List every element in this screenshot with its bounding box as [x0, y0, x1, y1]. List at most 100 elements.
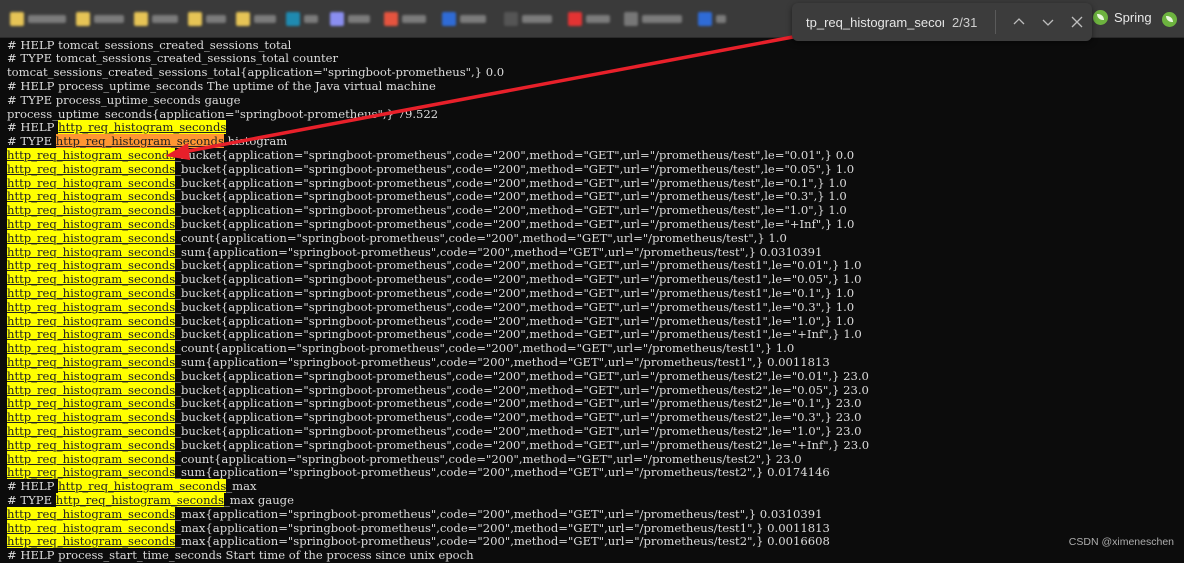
search-match: http_req_histogram_seconds — [7, 382, 176, 397]
metric-line: tomcat_sessions_created_sessions_total{a… — [7, 65, 504, 80]
bookmark-favicon-icon — [330, 12, 344, 26]
metric-line: http_req_histogram_seconds_bucket{applic… — [7, 216, 854, 232]
bookmark-favicon-icon — [76, 12, 90, 26]
metric-line: http_req_histogram_seconds_count{applica… — [7, 341, 795, 356]
line-text: _sum{application="springboot-prometheus"… — [175, 244, 823, 259]
bookmark-favicon-icon — [10, 12, 24, 26]
line-text: process_uptime_seconds{application="spri… — [7, 106, 439, 121]
bookmark-label-blurred — [304, 15, 318, 23]
bookmark-label-blurred — [254, 15, 276, 23]
bookmark-favicon-icon — [504, 12, 518, 26]
metric-line: http_req_histogram_seconds_bucket{applic… — [7, 382, 869, 398]
line-text: # HELP tomcat_sessions_created_sessions_… — [7, 37, 292, 52]
line-text: _bucket{application="springboot-promethe… — [175, 175, 847, 190]
bookmark-label-blurred — [460, 15, 486, 23]
bookmark-favicon-icon — [442, 12, 456, 26]
search-match-active: http_req_histogram_seconds — [55, 134, 224, 149]
search-match: http_req_histogram_seconds — [7, 410, 176, 425]
bookmark-item[interactable] — [134, 12, 178, 26]
bookmark-item[interactable] — [188, 12, 226, 26]
chevron-up-icon — [1013, 18, 1025, 25]
bookmark-item[interactable] — [442, 12, 486, 26]
bookmark-label-blurred — [642, 15, 682, 23]
metric-line: # TYPE process_uptime_seconds gauge — [7, 93, 241, 108]
search-match: http_req_histogram_seconds — [7, 285, 176, 300]
line-text: # TYPE — [7, 492, 56, 507]
line-text: _bucket{application="springboot-promethe… — [175, 272, 862, 287]
metric-line: http_req_histogram_seconds_sum{applicati… — [7, 244, 823, 260]
line-text: _count{application="springboot-prometheu… — [175, 341, 795, 356]
metric-line: # HELP tomcat_sessions_created_sessions_… — [7, 37, 292, 53]
search-match: http_req_histogram_seconds — [7, 216, 176, 231]
metric-line: # TYPE http_req_histogram_seconds histog… — [7, 134, 287, 149]
bookmark-item[interactable] — [568, 12, 610, 26]
metric-line: http_req_histogram_seconds_bucket{applic… — [7, 437, 869, 453]
metric-line: http_req_histogram_seconds_sum{applicati… — [7, 354, 830, 370]
line-text: _max gauge — [223, 492, 294, 507]
bookmark-label-blurred — [348, 15, 370, 23]
bookmark-favicon-icon — [188, 12, 202, 26]
search-match: http_req_histogram_seconds — [7, 189, 176, 204]
search-match: http_req_histogram_seconds — [7, 368, 176, 383]
bookmark-item[interactable] — [504, 12, 552, 26]
find-close-button[interactable] — [1063, 7, 1092, 37]
line-text: _bucket{application="springboot-promethe… — [175, 368, 869, 383]
line-text: # HELP — [7, 120, 59, 135]
metric-line: http_req_histogram_seconds_bucket{applic… — [7, 285, 854, 301]
find-bar: 2/31 — [792, 3, 1092, 41]
line-text: # TYPE tomcat_sessions_created_sessions_… — [7, 51, 339, 66]
find-match-count: 2/31 — [952, 14, 978, 30]
line-text: _bucket{application="springboot-promethe… — [175, 327, 862, 342]
find-prev-button[interactable] — [1004, 7, 1033, 37]
line-text: _bucket{application="springboot-promethe… — [175, 161, 855, 176]
line-text: _bucket{application="springboot-promethe… — [175, 313, 855, 328]
metric-line: # TYPE http_req_histogram_seconds_max ga… — [7, 492, 294, 508]
bookmark-favicon-icon — [236, 12, 250, 26]
line-text: _count{application="springboot-prometheu… — [175, 451, 802, 466]
line-text: _sum{application="springboot-prometheus"… — [175, 354, 830, 369]
bookmark-item[interactable] — [236, 12, 276, 26]
find-input[interactable] — [806, 14, 944, 30]
bookmark-favicon-icon — [624, 12, 638, 26]
bookmark-favicon-icon — [384, 12, 398, 26]
bookmark-label-blurred — [522, 15, 552, 23]
metric-line: http_req_histogram_seconds_bucket{applic… — [7, 299, 854, 315]
metric-line: http_req_histogram_seconds_bucket{applic… — [7, 410, 862, 425]
metric-line: http_req_histogram_seconds_bucket{applic… — [7, 258, 862, 273]
bookmark-item[interactable] — [624, 12, 682, 26]
watermark: CSDN @ximeneschen — [1068, 536, 1174, 548]
find-next-button[interactable] — [1033, 7, 1062, 37]
search-match: http_req_histogram_seconds — [7, 203, 176, 218]
line-text: _bucket{application="springboot-promethe… — [175, 147, 855, 162]
metric-line: http_req_histogram_seconds_max{applicati… — [7, 506, 823, 522]
search-match: http_req_histogram_seconds — [7, 230, 176, 245]
bookmark-item[interactable] — [76, 12, 124, 26]
search-match: http_req_histogram_seconds — [7, 147, 176, 162]
bookmark-label-blurred — [206, 15, 226, 23]
search-match: http_req_histogram_seconds — [7, 258, 176, 273]
bookmark-item[interactable] — [698, 12, 726, 26]
line-text: _max — [226, 479, 257, 494]
metric-line: http_req_histogram_seconds_bucket{applic… — [7, 423, 862, 439]
bookmark-item[interactable] — [10, 12, 66, 26]
metric-line: # HELP http_req_histogram_seconds — [7, 120, 227, 135]
bookmark-spring[interactable]: Spring — [1093, 10, 1152, 25]
metric-line: http_req_histogram_seconds_bucket{applic… — [7, 272, 862, 287]
line-text: _bucket{application="springboot-promethe… — [175, 203, 847, 218]
metric-line: http_req_histogram_seconds_bucket{applic… — [7, 147, 855, 163]
line-text: _bucket{application="springboot-promethe… — [175, 410, 862, 425]
line-text: _max{application="springboot-prometheus"… — [175, 506, 823, 521]
bookmark-spring-2[interactable] — [1162, 12, 1177, 27]
search-match: http_req_histogram_seconds — [7, 272, 176, 287]
metric-line: http_req_histogram_seconds_max{applicati… — [7, 520, 830, 536]
bookmark-item[interactable] — [384, 12, 426, 26]
spring-icon — [1093, 10, 1108, 25]
bookmark-item[interactable] — [330, 12, 370, 26]
metric-line: http_req_histogram_seconds_max{applicati… — [7, 534, 830, 549]
chevron-down-icon — [1042, 19, 1054, 26]
line-text: _bucket{application="springboot-promethe… — [175, 258, 862, 273]
bookmark-favicon-icon — [134, 12, 148, 26]
search-match: http_req_histogram_seconds — [7, 341, 176, 356]
metrics-text-page: # HELP tomcat_sessions_created_sessions_… — [0, 37, 1184, 562]
bookmark-item[interactable] — [286, 12, 318, 26]
